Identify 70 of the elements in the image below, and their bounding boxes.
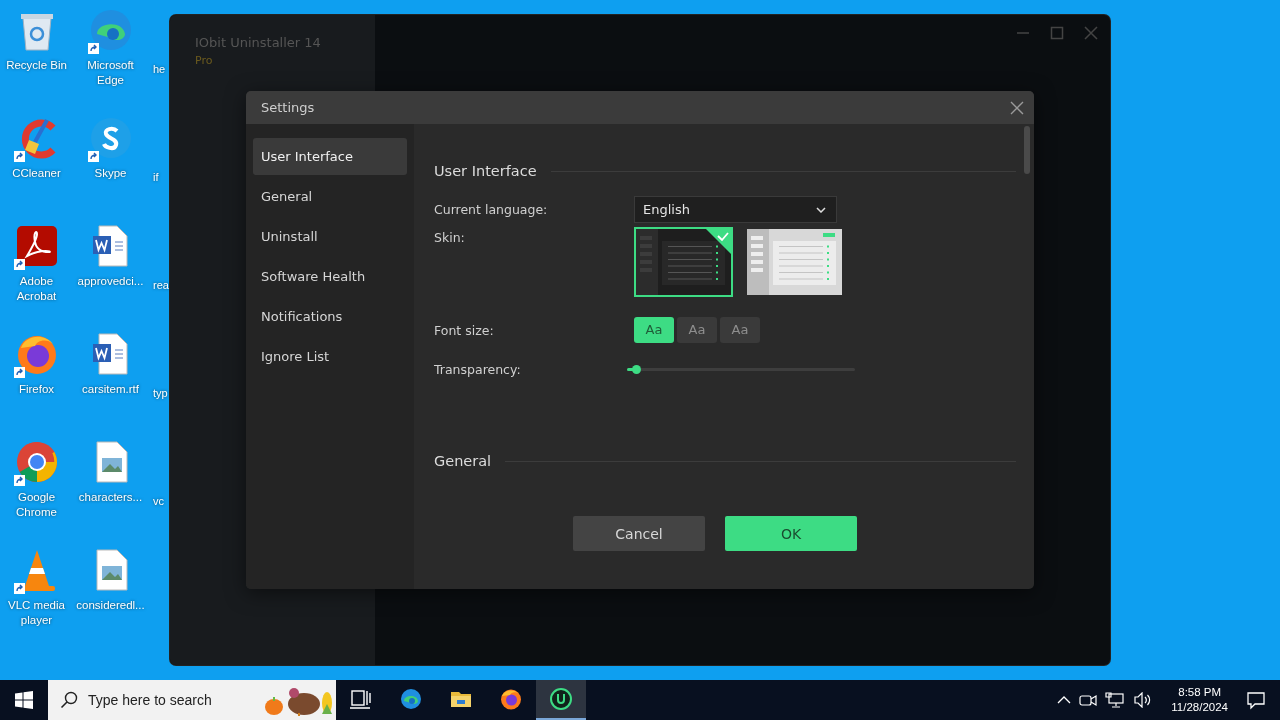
field-label: Transparency: [434, 362, 522, 377]
desktop-icon[interactable]: Adobe Acrobat [0, 222, 73, 330]
window-title: IObit Uninstaller 14 [195, 35, 322, 50]
nav-item[interactable]: General [253, 178, 407, 215]
windows-logo-icon [15, 691, 33, 709]
letter-u-circle-icon [549, 687, 573, 711]
icon-label[interactable]: typ [153, 386, 168, 401]
icon-label: Google Chrome [15, 490, 58, 520]
search-icon [60, 691, 78, 709]
dialog-title: Settings [261, 100, 315, 115]
fox-globe-icon [499, 687, 523, 711]
field-label: Font size: [434, 322, 495, 338]
font-size-option[interactable]: Aa [634, 317, 674, 343]
icon-label: VLC media player [7, 598, 66, 628]
desktop-icon[interactable]: carsitem.rtf [73, 330, 148, 438]
desktop-icon[interactable]: Microsoft Edge [73, 6, 148, 114]
icon-label: CCleaner [11, 166, 62, 181]
notification-icon[interactable] [1246, 690, 1266, 710]
scrollbar[interactable] [1024, 126, 1030, 174]
nav-item[interactable]: Ignore List [253, 338, 407, 375]
nav-item[interactable]: User Interface [253, 138, 407, 175]
chevron-down-icon [816, 206, 826, 213]
desktop-icon[interactable]: CCleaner [0, 114, 73, 222]
icon-label: consideredl... [75, 598, 146, 613]
icon-label: Recycle Bin [5, 58, 68, 73]
clock-time: 8:58 PM [1178, 685, 1222, 700]
clock[interactable]: 8:58 PM 11/28/2024 [1161, 685, 1238, 715]
icon-label[interactable]: rea [153, 278, 169, 293]
chevron-up-icon[interactable] [1057, 696, 1072, 704]
icon-label[interactable]: he [153, 62, 166, 77]
icon-label: Microsoft Edge [86, 58, 135, 88]
desktop-icon[interactable]: Skype [73, 114, 148, 222]
field-label: Skin: [434, 229, 466, 247]
font-size-option[interactable]: Aa [677, 317, 717, 343]
language-dropdown[interactable]: English [634, 196, 837, 223]
taskbar-app[interactable] [536, 680, 586, 720]
ok-button[interactable]: OK [725, 516, 857, 551]
nav-item[interactable]: Software Health [253, 258, 407, 295]
search-input[interactable]: Type here to search [86, 691, 256, 709]
skin-thumbnail[interactable] [745, 227, 844, 297]
icon-label[interactable]: vc [153, 494, 164, 509]
close-icon[interactable] [1010, 100, 1024, 115]
icon-label: carsitem.rtf [81, 382, 140, 397]
icon-label[interactable]: if [153, 170, 159, 185]
video-camera-icon[interactable] [1079, 692, 1098, 708]
network-icon[interactable] [1105, 692, 1126, 708]
font-size-option[interactable]: Aa [720, 317, 760, 343]
icon-label: Firefox [17, 382, 56, 397]
icon-label: approvedci... [76, 274, 145, 289]
section-title: General [434, 453, 492, 469]
edition-label: Pro [195, 54, 214, 67]
field-label: Current language: [434, 202, 549, 217]
cancel-button[interactable]: Cancel [573, 516, 705, 551]
slider-thumb[interactable] [632, 365, 642, 374]
nav-item[interactable]: Notifications [253, 298, 407, 335]
search-field[interactable]: Type here to search [48, 680, 336, 720]
task-view-icon [349, 687, 373, 711]
desktop-icon[interactable]: consideredl... [73, 546, 148, 654]
icon-label: Skype [93, 166, 128, 181]
desktop-icon[interactable]: approvedci... [73, 222, 148, 330]
desktop-icon[interactable]: Firefox [0, 330, 73, 438]
desktop-icon[interactable]: Recycle Bin [0, 6, 73, 114]
desktop-icon[interactable]: characters... [73, 438, 148, 546]
icon-label: characters... [77, 490, 144, 505]
clock-date: 11/28/2024 [1171, 700, 1228, 715]
nav-item[interactable]: Uninstall [253, 218, 407, 255]
section-title: User Interface [434, 163, 537, 179]
icon-label: Adobe Acrobat [15, 274, 58, 304]
desktop-icon[interactable]: VLC media player [0, 546, 73, 654]
desktop-icon[interactable]: Google Chrome [0, 438, 73, 546]
